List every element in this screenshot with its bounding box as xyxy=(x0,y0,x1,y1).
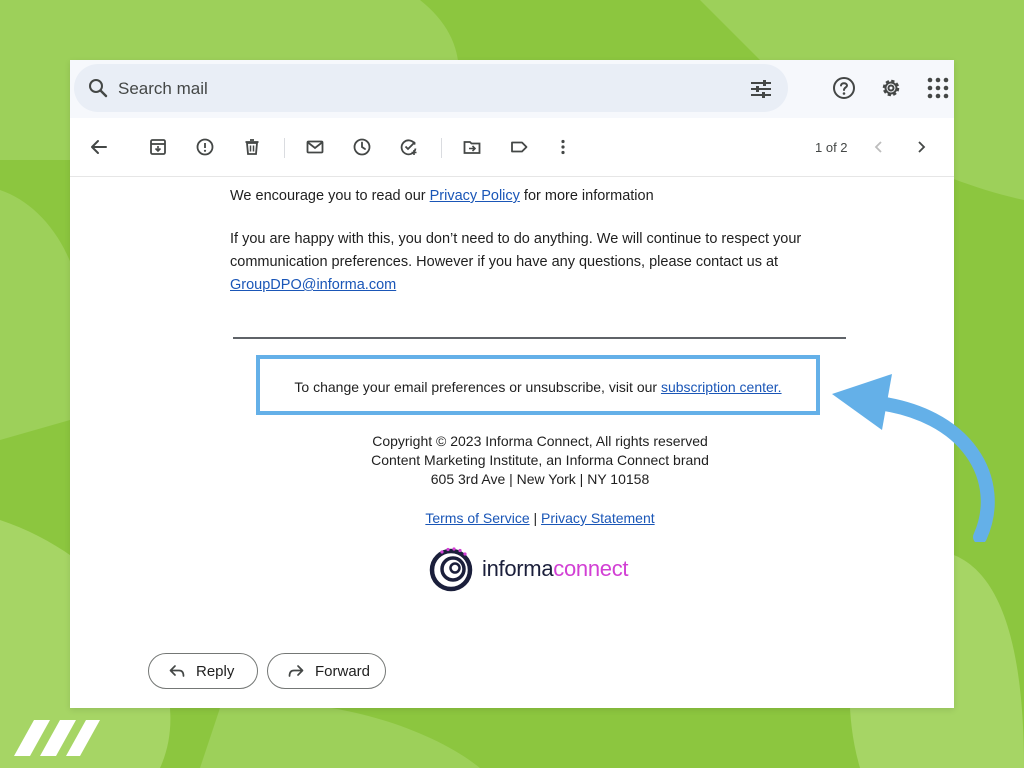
unsubscribe-highlight-box: To change your email preferences or unsu… xyxy=(256,355,820,415)
privacy-suffix: for more information xyxy=(519,188,654,204)
move-to-folder-icon[interactable] xyxy=(463,138,481,156)
reply-icon xyxy=(169,664,185,678)
terms-of-service-link[interactable]: Terms of Service xyxy=(425,510,529,526)
copyright-line: Copyright © 2023 Informa Connect, All ri… xyxy=(372,433,708,449)
help-icon[interactable] xyxy=(832,76,856,100)
links-separator: | xyxy=(529,510,542,526)
footer-divider xyxy=(233,337,846,339)
contact-line-2: communication preferences. However if yo… xyxy=(230,254,779,270)
brand-slash-logo-icon xyxy=(14,720,100,756)
trash-icon[interactable] xyxy=(243,138,261,156)
address-line: 605 3rd Ave | New York | NY 10158 xyxy=(430,471,650,487)
toolbar-separator xyxy=(284,138,285,158)
forward-icon xyxy=(288,664,304,678)
reply-button[interactable]: Reply xyxy=(148,653,258,689)
chevron-left-icon[interactable] xyxy=(870,138,888,156)
contact-line-1: If you are happy with this, you don’t ne… xyxy=(230,231,802,247)
logo-word-informa: informa xyxy=(482,556,554,581)
chevron-right-icon[interactable] xyxy=(912,138,930,156)
contact-email-link[interactable]: GroupDPO@informa.com xyxy=(230,277,396,293)
informa-logo-mark-icon xyxy=(429,547,473,592)
top-bar: Search mail xyxy=(70,60,954,118)
tune-icon[interactable] xyxy=(751,80,771,98)
reply-label: Reply xyxy=(196,663,235,680)
search-icon[interactable] xyxy=(88,78,108,98)
logo-wordmark: informaconnect xyxy=(482,556,629,582)
privacy-prefix: We encourage you to read our xyxy=(230,188,430,204)
unsubscribe-text: To change your email preferences or unsu… xyxy=(260,379,816,395)
informa-connect-logo: informaconnect xyxy=(428,546,653,592)
forward-label: Forward xyxy=(315,663,371,680)
contact-paragraph: If you are happy with this, you don’t ne… xyxy=(230,228,801,297)
clock-icon[interactable] xyxy=(353,138,371,156)
search-input[interactable]: Search mail xyxy=(118,79,208,99)
message-toolbar: 1 of 2 xyxy=(70,118,954,177)
gmail-window: Search mail 1 of 2 We encourage you to r… xyxy=(70,60,954,708)
more-vert-icon[interactable] xyxy=(554,138,572,156)
curved-arrow-icon xyxy=(832,374,995,542)
back-arrow-icon[interactable] xyxy=(90,138,108,156)
search-bar[interactable]: Search mail xyxy=(74,64,788,112)
logo-word-connect: connect xyxy=(553,556,629,581)
archive-icon[interactable] xyxy=(149,138,167,156)
brand-line: Content Marketing Institute, an Informa … xyxy=(371,452,709,468)
privacy-policy-link[interactable]: Privacy Policy xyxy=(430,188,520,204)
footer-links: Terms of Service | Privacy Statement xyxy=(260,510,820,526)
privacy-statement-link[interactable]: Privacy Statement xyxy=(541,510,655,526)
label-icon[interactable] xyxy=(510,138,528,156)
unsubscribe-prefix: To change your email preferences or unsu… xyxy=(294,379,661,395)
toolbar-separator xyxy=(441,138,442,158)
privacy-paragraph: We encourage you to read our Privacy Pol… xyxy=(230,185,654,208)
apps-grid-icon[interactable] xyxy=(926,76,950,100)
pager-count: 1 of 2 xyxy=(815,140,848,155)
forward-button[interactable]: Forward xyxy=(267,653,386,689)
mail-icon[interactable] xyxy=(306,138,324,156)
add-task-icon[interactable] xyxy=(400,138,418,156)
subscription-center-link[interactable]: subscription center. xyxy=(661,379,782,395)
report-spam-icon[interactable] xyxy=(196,138,214,156)
gear-icon[interactable] xyxy=(879,76,903,100)
